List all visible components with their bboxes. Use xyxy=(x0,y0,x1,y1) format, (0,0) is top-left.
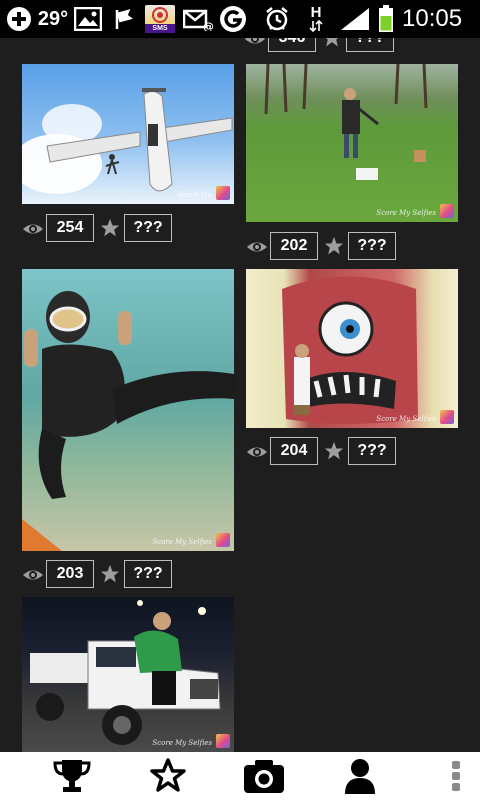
views-icon xyxy=(23,570,43,580)
profile-tab[interactable] xyxy=(334,756,386,796)
photo-card: 346 ??? xyxy=(244,38,458,56)
watermark-text: Score My Selfies xyxy=(376,415,436,423)
views-count: 202 xyxy=(270,232,318,260)
photo-feed[interactable]: 346 ??? Watch Me 254 ??? xyxy=(0,38,480,752)
camera-tab[interactable] xyxy=(238,756,290,796)
watermark-text: Watch Me xyxy=(176,191,212,199)
views-icon xyxy=(247,447,267,457)
views-count: 254 xyxy=(46,214,94,242)
rating-value[interactable]: ??? xyxy=(124,560,172,588)
rating-star-icon[interactable] xyxy=(100,564,120,584)
rating-star-icon[interactable] xyxy=(100,218,120,238)
rating-star-icon[interactable] xyxy=(322,38,342,48)
more-icon xyxy=(452,761,460,791)
gallery-icon xyxy=(72,5,104,33)
watermark-text: Score My Selfies xyxy=(376,209,436,217)
trophy-icon xyxy=(53,760,91,792)
battery-icon xyxy=(376,5,396,33)
watermark-text: Score My Selfies xyxy=(152,739,212,747)
photo-card: Score My Selfies 204 ??? xyxy=(246,269,458,469)
add-notification-icon xyxy=(4,5,34,33)
app-notification-icon: SMS xyxy=(144,5,176,33)
clock-text: 10:05 xyxy=(402,5,463,32)
views-icon xyxy=(23,224,43,234)
field-dogs-photo[interactable]: Score My Selfies xyxy=(246,64,458,222)
watermark-text: Score My Selfies xyxy=(152,538,212,546)
bottom-navigation-bar xyxy=(0,752,480,800)
temperature-text: 29° xyxy=(37,7,69,30)
views-icon xyxy=(247,242,267,252)
rating-star-icon[interactable] xyxy=(324,236,344,256)
truck-photo[interactable]: Score My Selfies xyxy=(22,597,234,752)
views-count: 346 xyxy=(268,38,316,52)
g-icon xyxy=(218,5,248,33)
more-options-button[interactable] xyxy=(440,756,472,796)
skydive-photo[interactable]: Watch Me xyxy=(22,64,234,204)
data-network-indicator: H xyxy=(304,5,328,33)
camera-icon xyxy=(244,760,284,793)
email-icon: @ xyxy=(182,5,214,33)
photo-card: Score My Selfies 203 ??? xyxy=(22,269,234,589)
rating-value[interactable]: ??? xyxy=(348,437,396,465)
rating-star-icon[interactable] xyxy=(324,441,344,461)
post-stats: 202 ??? xyxy=(246,232,406,262)
leaderboard-tab[interactable] xyxy=(46,756,98,796)
photo-card: Score My Selfies xyxy=(22,597,234,752)
status-bar: 29° SMS @ H 10:05 xyxy=(0,0,480,38)
app-badge-text: SMS xyxy=(145,24,175,33)
views-count: 203 xyxy=(46,560,94,588)
rating-value[interactable]: ??? xyxy=(348,232,396,260)
post-stats: 346 ??? xyxy=(244,38,404,54)
views-icon xyxy=(245,38,265,44)
flag-icon xyxy=(110,5,138,33)
network-type-text: H xyxy=(310,4,322,21)
post-stats: 254 ??? xyxy=(22,214,182,244)
post-stats: 204 ??? xyxy=(246,437,406,467)
photo-card: Score My Selfies 202 ??? xyxy=(246,64,458,294)
post-stats: 203 ??? xyxy=(22,560,182,590)
favorites-tab[interactable] xyxy=(142,756,194,796)
alarm-icon xyxy=(262,5,292,33)
svg-text:@: @ xyxy=(203,20,213,31)
watermark-logo xyxy=(216,533,230,547)
data-arrows-icon xyxy=(309,20,323,32)
watermark-logo xyxy=(216,186,230,200)
star-icon xyxy=(150,758,186,792)
signal-icon xyxy=(338,5,372,33)
rating-value[interactable]: ??? xyxy=(124,214,172,242)
rating-value[interactable]: ??? xyxy=(346,38,394,52)
watermark-logo xyxy=(440,410,454,424)
watermark-logo xyxy=(440,204,454,218)
mural-photo[interactable]: Score My Selfies xyxy=(246,269,458,428)
watermark-logo xyxy=(216,734,230,748)
snorkel-photo[interactable]: Score My Selfies xyxy=(22,269,234,551)
views-count: 204 xyxy=(270,437,318,465)
photo-card: Watch Me 254 ??? xyxy=(22,64,234,274)
profile-icon xyxy=(345,759,375,794)
